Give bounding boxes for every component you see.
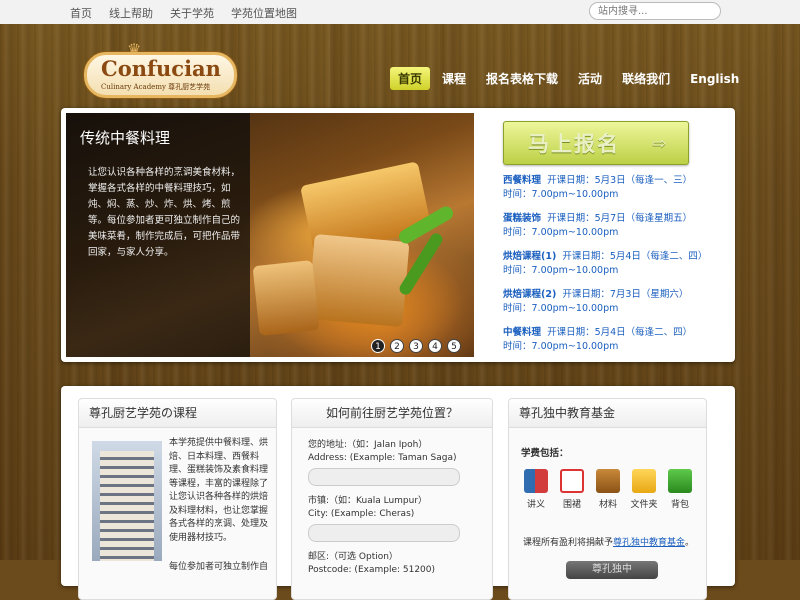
backpack-icon [668,469,692,493]
slide-dot-2[interactable]: 2 [390,339,404,353]
nav-english[interactable]: English [690,69,739,89]
top-nav: 首页 线上帮助 关于学苑 学苑位置地图 [70,5,297,21]
courses-box-more: 每位参加者可独立制作自 [169,562,269,572]
directions-box-title: 如何前往厨艺学苑位置？ [292,399,492,428]
course-name[interactable]: 中餐料理 [503,327,541,338]
fee-item: 背包 [665,469,695,510]
courses-box: 尊孔厨艺学苑の课程 本学苑提供中餐料理、烘焙、日本料理、西餐料理、蛋糕装饰及素食… [78,398,277,600]
directions-form: 您的地址:（如：Jalan Ipoh） Address: (Example: T… [308,439,478,577]
course-date: 开课日期：5月4日（每逢二、四） [547,327,693,338]
postcode-label-cn: 邮区:（可选 Option） [308,552,398,562]
fee-item: 文件夹 [629,469,659,510]
slide-pagination: 1 2 3 4 5 [371,339,461,353]
main-nav: 首页 课程 报名表格下载 活动 联络我们 English [390,67,759,90]
nav-form-download[interactable]: 报名表格下载 [486,67,558,90]
arrow-right-icon: ⇨ [652,134,667,154]
slide-dot-1[interactable]: 1 [371,339,385,353]
academy-building-image [92,441,162,561]
fund-button[interactable]: 尊孔独中 [566,561,658,579]
chef-hat-icon: ♛ [127,40,142,59]
city-input[interactable] [308,524,460,542]
topnav-map-link[interactable]: 学苑位置地图 [231,5,297,21]
city-label-en: City: (Example: Cheras) [308,509,415,519]
folder-icon [632,469,656,493]
fee-items: 讲义 围裙 材料 文件夹 背包 [521,469,695,510]
fee-item: 材料 [593,469,623,510]
course-schedule: 西餐料理 开课日期：5月3日（每逢一、三） 时间：7.00pm~10.00pm … [503,174,723,364]
donation-note: 课程所有盈利将捐献予尊孔独中教育基金。 [523,538,695,548]
fee-includes-label: 学费包括： [521,448,569,459]
course-item[interactable]: 烘焙课程(2) 开课日期：7月3日（星期六） 时间：7.00pm~10.00pm [503,288,723,316]
slide-description: 让您认识各种各样的烹调美食材料，掌握各式各样的中餐料理技巧，如炖、焖、蒸、炒、炸… [88,167,241,258]
course-date: 开课日期：5月4日（每逢二、四） [562,251,708,262]
slideshow: 传统中餐料理 让您认识各种各样的烹调美食材料，掌握各式各样的中餐料理技巧，如炖、… [66,113,474,357]
education-fund-box: 尊孔独中教育基金 学费包括： 讲义 围裙 材料 文件夹 背包 课程所有盈利将捐献… [508,398,707,600]
fee-item: 围裙 [557,469,587,510]
slide-dot-5[interactable]: 5 [447,339,461,353]
course-name[interactable]: 西餐料理 [503,175,541,186]
directions-box: 如何前往厨艺学苑位置？ 您的地址:（如：Jalan Ipoh） Address:… [291,398,493,600]
nav-courses[interactable]: 课程 [442,67,466,90]
address-label-cn: 您的地址:（如：Jalan Ipoh） [308,440,428,450]
topnav-about-link[interactable]: 关于学苑 [170,5,214,21]
postcode-label-en: Postcode: (Example: 51200) [308,565,436,575]
signup-label: 马上报名 [528,132,620,156]
hero-panel: 传统中餐料理 让您认识各种各样的烹调美食材料，掌握各式各样的中餐料理技巧，如炖、… [61,108,735,362]
course-item[interactable]: 蛋糕装饰 开课日期：5月7日（每逢星期五） 时间：7.00pm~10.00pm [503,212,723,240]
address-input[interactable] [308,468,460,486]
course-date: 开课日期：5月3日（每逢一、三） [547,175,693,186]
course-name[interactable]: 烘焙课程(2) [503,289,556,300]
nav-home[interactable]: 首页 [390,67,431,90]
course-item[interactable]: 烘焙课程(1) 开课日期：5月4日（每逢二、四） 时间：7.00pm~10.00… [503,250,723,278]
bottom-panel: 尊孔厨艺学苑の课程 本学苑提供中餐料理、烘焙、日本料理、西餐料理、蛋糕装饰及素食… [61,386,735,600]
nav-events[interactable]: 活动 [578,67,602,90]
course-name[interactable]: 烘焙课程(1) [503,251,556,262]
nav-contact[interactable]: 联络我们 [622,67,670,90]
course-date: 开课日期：7月3日（星期六） [562,289,689,300]
course-item[interactable]: 西餐料理 开课日期：5月3日（每逢一、三） 时间：7.00pm~10.00pm [503,174,723,202]
logo-name: Confucian [101,56,221,81]
search-input[interactable] [589,2,721,20]
topnav-home-link[interactable]: 首页 [70,5,92,21]
slide-title: 传统中餐料理 [80,129,171,147]
course-time: 时间：7.00pm~10.00pm [503,189,619,200]
apron-icon [560,469,584,493]
signup-button[interactable]: 马上报名 ⇨ [503,121,689,165]
education-fund-title: 尊孔独中教育基金 [509,399,706,428]
logo-subtitle: Culinary Academy 尊孔厨艺学苑 [101,83,211,91]
top-bar: 首页 线上帮助 关于学苑 学苑位置地图 [0,0,800,25]
course-date: 开课日期：5月7日（每逢星期五） [547,213,693,224]
education-fund-link[interactable]: 尊孔独中教育基金 [613,538,685,548]
book-icon [524,469,548,493]
address-label-en: Address: (Example: Taman Saga) [308,453,457,463]
course-time: 时间：7.00pm~10.00pm [503,341,619,352]
course-item[interactable]: 中餐料理 开课日期：5月4日（每逢二、四） 时间：7.00pm~10.00pm [503,326,723,354]
fee-item: 讲义 [521,469,551,510]
box-icon [596,469,620,493]
course-time: 时间：7.00pm~10.00pm [503,227,619,238]
courses-box-title: 尊孔厨艺学苑の课程 [79,399,276,428]
city-label-cn: 市镇:（如：Kuala Lumpur） [308,496,428,506]
slide-dot-3[interactable]: 3 [409,339,423,353]
topnav-help-link[interactable]: 线上帮助 [109,5,153,21]
course-time: 时间：7.00pm~10.00pm [503,303,619,314]
logo[interactable]: ♛ Confucian Culinary Academy 尊孔厨艺学苑 [84,42,237,98]
courses-box-text: 本学苑提供中餐料理、烘焙、日本料理、西餐料理、蛋糕装饰及素食料理等课程，丰富的课… [169,438,269,543]
course-name[interactable]: 蛋糕装饰 [503,213,541,224]
slide-dot-4[interactable]: 4 [428,339,442,353]
course-time: 时间：7.00pm~10.00pm [503,265,619,276]
